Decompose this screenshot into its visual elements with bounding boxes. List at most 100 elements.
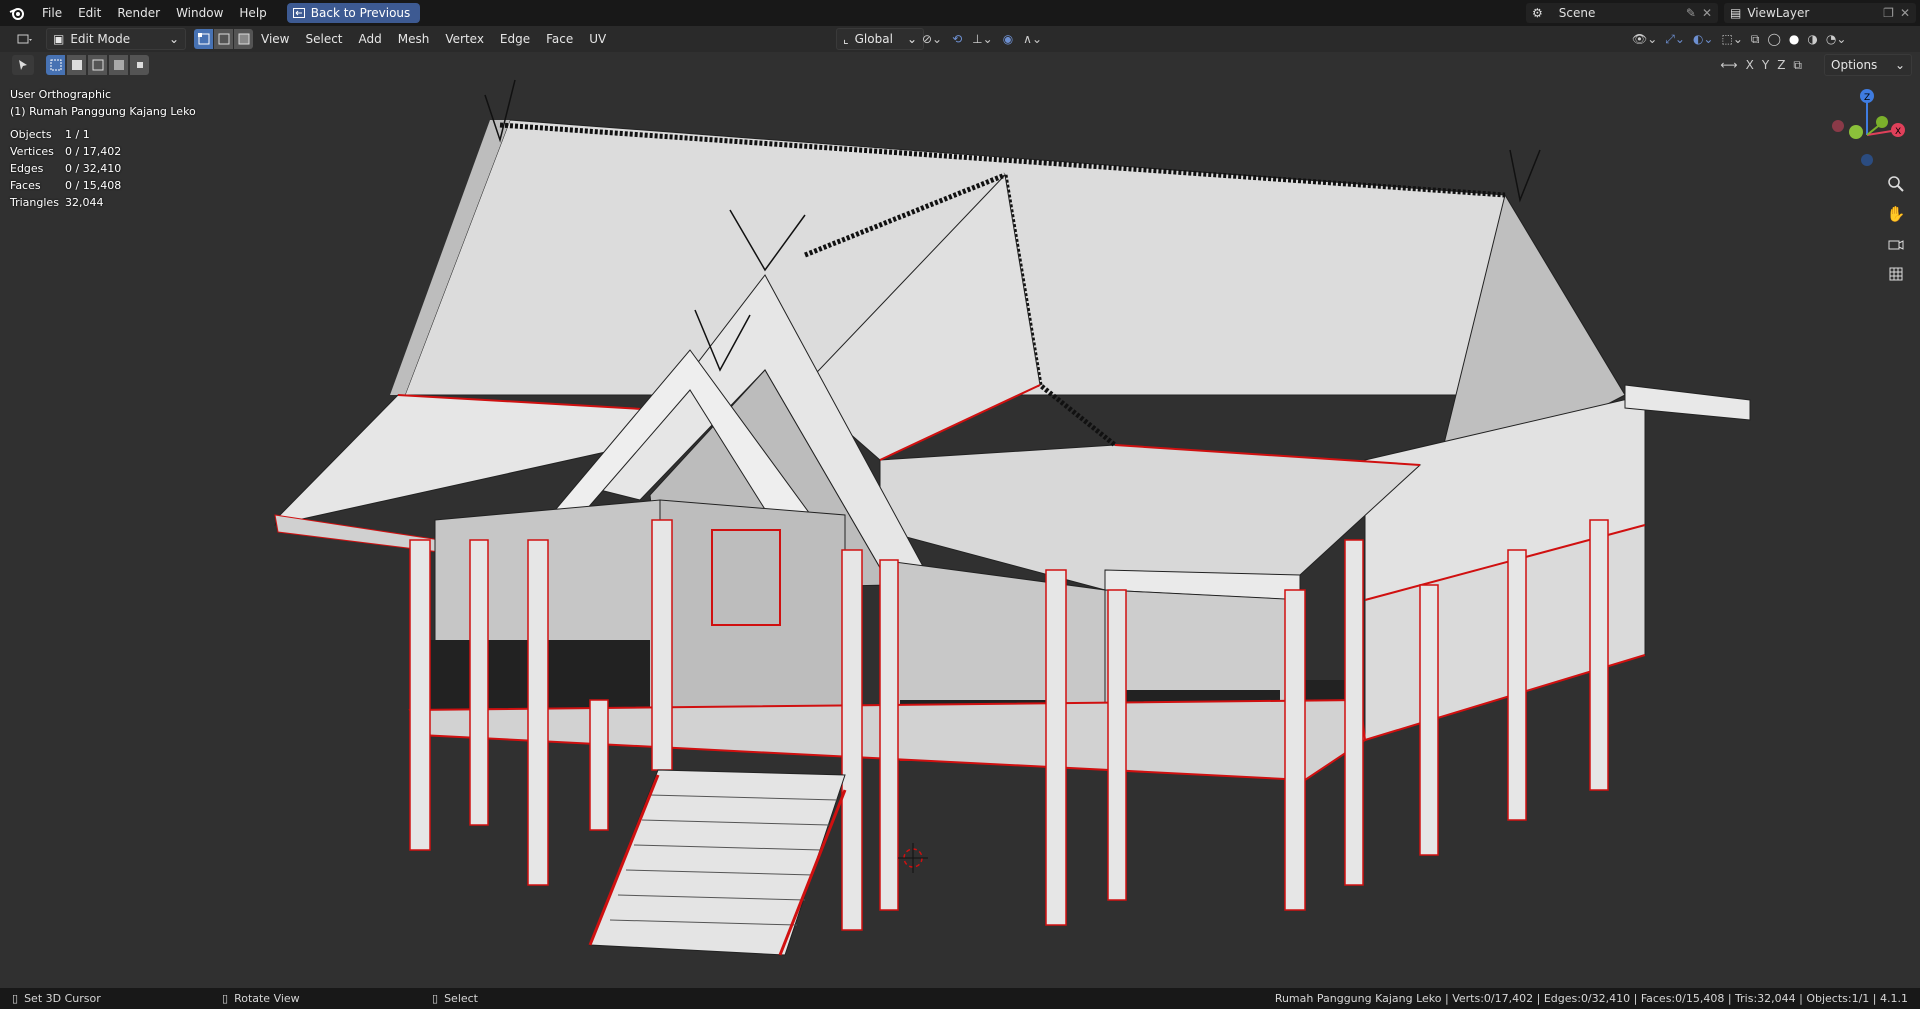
axis-x-toggle[interactable]: X bbox=[1746, 58, 1754, 72]
tool-settings-bar: ⟷ X Y Z ⧉ Options ⌄ bbox=[0, 52, 1920, 78]
menu-edge[interactable]: Edge bbox=[492, 26, 538, 52]
snap-icon[interactable]: ⟲ bbox=[952, 32, 962, 46]
axis-neg-x-icon[interactable] bbox=[1832, 120, 1844, 132]
svg-text:Z: Z bbox=[1864, 93, 1870, 103]
grid-icon[interactable] bbox=[1884, 262, 1908, 286]
proportional-edit-icon[interactable]: ◉ bbox=[1003, 32, 1013, 46]
gizmo-icon[interactable]: ⤢⌄ bbox=[1665, 32, 1685, 47]
chevron-down-icon: ⌄ bbox=[168, 32, 179, 46]
viewport-header: ▣ Edit Mode ⌄ View Select Add Mesh Verte… bbox=[0, 26, 1920, 52]
zoom-icon[interactable] bbox=[1884, 172, 1908, 196]
stat-value: 32,044 bbox=[65, 196, 104, 209]
view-layer-selector[interactable]: ▤ ViewLayer ❐ ✕ bbox=[1724, 3, 1916, 23]
mode-dropdown[interactable]: ▣ Edit Mode ⌄ bbox=[46, 28, 186, 50]
stat-row: Objects 1 / 1 bbox=[10, 126, 196, 143]
solid-shading-icon[interactable]: ● bbox=[1789, 32, 1799, 46]
hint-rotate-view: ▯ Rotate View bbox=[222, 992, 300, 1005]
navigation-gizmo[interactable]: Z X bbox=[1820, 85, 1910, 175]
back-label: Back to Previous bbox=[310, 6, 411, 20]
back-icon bbox=[292, 8, 305, 18]
axis-z-toggle[interactable]: Z bbox=[1777, 58, 1785, 72]
stat-label: Triangles bbox=[10, 196, 59, 209]
hint-select: ▯ Select bbox=[432, 992, 478, 1005]
object-name: (1) Rumah Panggung Kajang Leko bbox=[10, 105, 196, 118]
copy-icon[interactable]: ❐ bbox=[1883, 6, 1894, 20]
stat-label: Vertices bbox=[10, 145, 54, 158]
menu-render[interactable]: Render bbox=[109, 0, 168, 26]
hint-set-cursor: ▯ Set 3D Cursor bbox=[12, 992, 101, 1005]
select-intersect-icon[interactable] bbox=[130, 55, 149, 75]
3d-viewport[interactable] bbox=[0, 78, 1920, 988]
select-mode-group bbox=[194, 29, 253, 49]
select-new-icon[interactable] bbox=[46, 55, 65, 75]
options-dropdown[interactable]: Options ⌄ bbox=[1824, 54, 1912, 76]
select-invert-icon[interactable] bbox=[109, 55, 128, 75]
xray-icon[interactable]: ⧉ bbox=[1751, 32, 1760, 47]
mirror-icon[interactable]: ⟷ bbox=[1720, 58, 1737, 72]
menu-face[interactable]: Face bbox=[538, 26, 581, 52]
orientation-label: Global bbox=[854, 32, 893, 46]
viewport-nav-tools: ✋ bbox=[1884, 172, 1908, 286]
stat-row: Faces 0 / 15,408 bbox=[10, 177, 196, 194]
stat-label: Objects bbox=[10, 128, 52, 141]
transform-orientation-dropdown[interactable]: ⌞ Global ⌄ bbox=[836, 28, 924, 50]
menu-uv[interactable]: UV bbox=[581, 26, 614, 52]
pivot-icon[interactable]: ⊘⌄ bbox=[922, 32, 942, 46]
camera-icon[interactable] bbox=[1884, 232, 1908, 256]
stat-value: 1 / 1 bbox=[65, 128, 90, 141]
close-icon[interactable]: ✕ bbox=[1900, 6, 1910, 20]
menu-help[interactable]: Help bbox=[231, 0, 274, 26]
chevron-down-icon: ⌄ bbox=[1894, 58, 1905, 72]
menu-window[interactable]: Window bbox=[168, 0, 231, 26]
topology-mirror-icon[interactable]: ⧉ bbox=[1793, 58, 1802, 73]
back-to-previous-button[interactable]: Back to Previous bbox=[286, 3, 421, 23]
stat-value: 0 / 15,408 bbox=[65, 179, 122, 192]
axis-neg-y-icon[interactable] bbox=[1849, 125, 1863, 139]
edit-mode-icon: ▣ bbox=[53, 32, 65, 46]
cursor-tool-icon[interactable] bbox=[12, 55, 34, 75]
hint-right-label: Select bbox=[444, 992, 478, 1005]
select-subtract-icon[interactable] bbox=[88, 55, 107, 75]
house-model[interactable] bbox=[0, 78, 1920, 988]
pan-hand-icon[interactable]: ✋ bbox=[1884, 202, 1908, 226]
menu-mesh[interactable]: Mesh bbox=[390, 26, 438, 52]
stat-row: Triangles 32,044 bbox=[10, 194, 196, 211]
wireframe-shading-icon[interactable]: ◯ bbox=[1767, 32, 1780, 46]
blender-logo-icon[interactable] bbox=[0, 0, 34, 26]
hint-left-label: Set 3D Cursor bbox=[24, 992, 101, 1005]
axis-y-icon[interactable] bbox=[1876, 116, 1888, 128]
select-extend-icon[interactable] bbox=[67, 55, 86, 75]
status-bar: ▯ Set 3D Cursor ▯ Rotate View ▯ Select R… bbox=[0, 988, 1920, 1009]
close-icon[interactable]: ✕ bbox=[1702, 6, 1712, 20]
menu-select[interactable]: Select bbox=[297, 26, 350, 52]
edge-select-button[interactable] bbox=[214, 29, 233, 49]
menu-vertex[interactable]: Vertex bbox=[437, 26, 492, 52]
mouse-left-icon: ▯ bbox=[12, 992, 19, 1005]
face-select-button[interactable] bbox=[234, 29, 253, 49]
mode-label: Edit Mode bbox=[70, 32, 131, 46]
orientation-icon: ⌞ bbox=[843, 32, 849, 46]
rendered-shading-icon[interactable]: ◔⌄ bbox=[1826, 32, 1847, 46]
falloff-icon[interactable]: ∧⌄ bbox=[1023, 32, 1042, 46]
pin-icon[interactable]: ✎ bbox=[1686, 6, 1696, 20]
menu-file[interactable]: File bbox=[34, 0, 70, 26]
editor-type-icon[interactable] bbox=[6, 29, 46, 49]
vertex-select-button[interactable] bbox=[194, 29, 213, 49]
scene-selector[interactable]: ⚙ Scene ✎ ✕ bbox=[1526, 3, 1718, 23]
menu-view[interactable]: View bbox=[253, 26, 297, 52]
view-name: User Orthographic bbox=[10, 88, 112, 101]
visibility-icon[interactable]: 👁⌄ bbox=[1632, 32, 1657, 46]
select-box-modes bbox=[46, 55, 149, 75]
mesh-overlay-icon[interactable]: ⬚⌄ bbox=[1721, 32, 1742, 46]
axis-neg-z-icon[interactable] bbox=[1861, 154, 1873, 166]
axis-y-toggle[interactable]: Y bbox=[1762, 58, 1769, 72]
scene-icon: ⚙ bbox=[1532, 6, 1543, 20]
stat-label: Edges bbox=[10, 162, 44, 175]
material-shading-icon[interactable]: ◑ bbox=[1807, 32, 1817, 46]
overlay-icon[interactable]: ◐⌄ bbox=[1693, 32, 1714, 46]
3d-cursor bbox=[898, 843, 928, 873]
menu-add[interactable]: Add bbox=[351, 26, 390, 52]
menu-edit[interactable]: Edit bbox=[70, 0, 109, 26]
scene-statistics: Rumah Panggung Kajang Leko | Verts:0/17,… bbox=[1274, 992, 1908, 1005]
snap-target-icon[interactable]: ⊥⌄ bbox=[972, 32, 993, 46]
